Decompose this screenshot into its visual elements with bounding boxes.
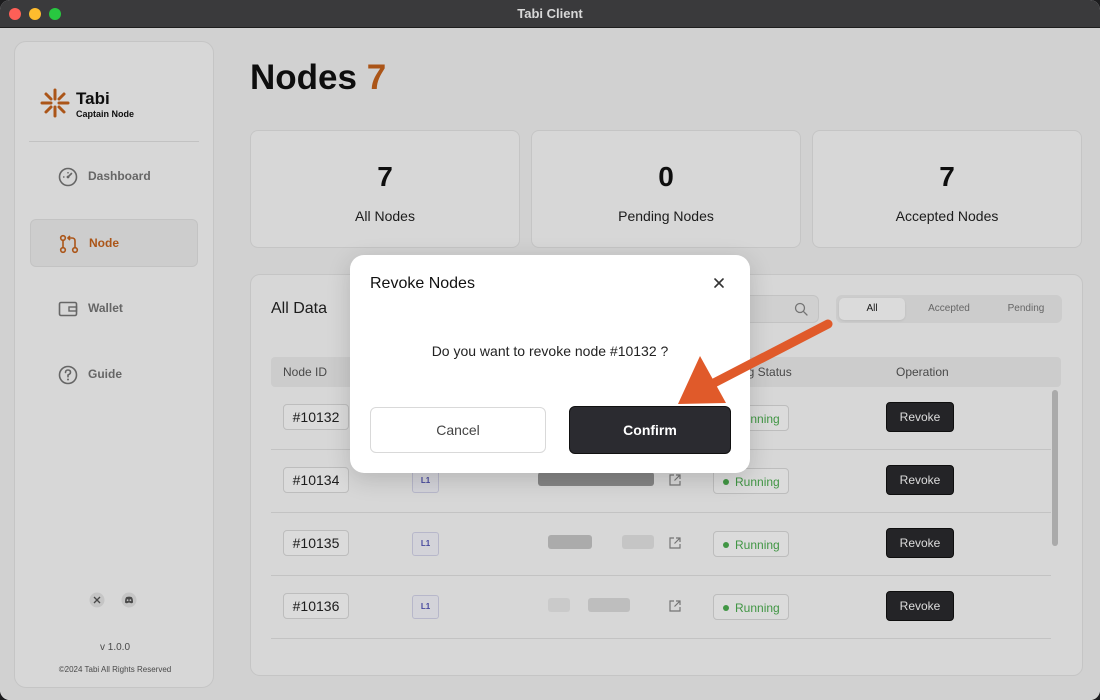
app-content: Tabi Captain Node Dashboard Node Wallet … — [0, 28, 1100, 700]
cancel-button[interactable]: Cancel — [370, 407, 546, 453]
close-icon[interactable] — [712, 276, 726, 290]
app-window: Tabi Client Tabi Captain Node Dashboard … — [0, 0, 1100, 700]
dialog-title: Revoke Nodes — [370, 275, 475, 292]
revoke-nodes-dialog: Revoke Nodes Do you want to revoke node … — [350, 255, 750, 473]
title-bar: Tabi Client — [0, 0, 1100, 28]
dialog-message: Do you want to revoke node #10132 ? — [431, 343, 669, 359]
confirm-button[interactable]: Confirm — [569, 406, 731, 454]
window-title: Tabi Client — [517, 6, 583, 21]
